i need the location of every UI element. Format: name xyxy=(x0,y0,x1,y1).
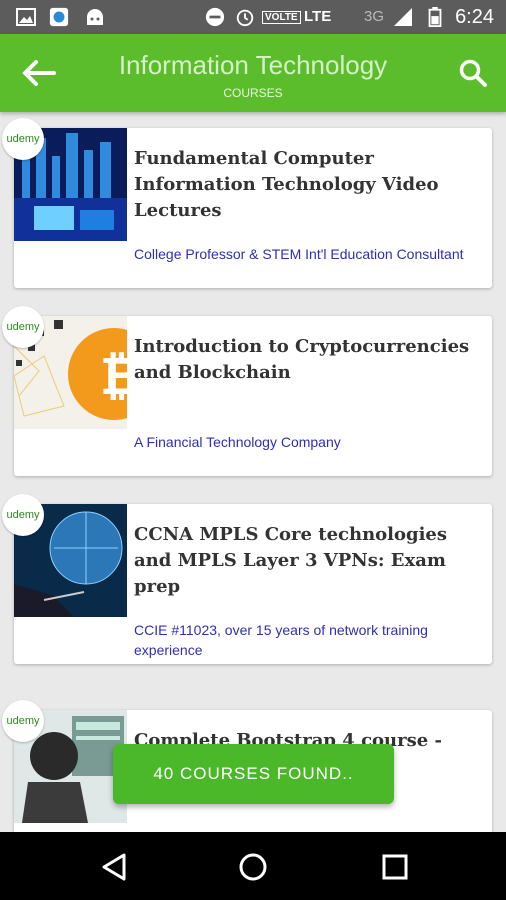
navigation-bar xyxy=(0,832,506,900)
page-title: Information Technology xyxy=(118,50,388,80)
udemy-badge: udemy xyxy=(2,118,44,160)
udemy-badge: udemy xyxy=(2,494,44,536)
network-label: 3G xyxy=(364,8,385,25)
signal-icon xyxy=(394,8,412,26)
back-triangle-icon[interactable] xyxy=(100,852,130,882)
status-time: 6:24 xyxy=(455,6,494,28)
image-icon xyxy=(16,8,36,26)
courses-found-button[interactable]: 40 COURSES FOUND.. xyxy=(113,744,394,804)
android-icon xyxy=(87,9,103,25)
course-card[interactable]: udemy Fundamental Computer Information T… xyxy=(2,118,492,288)
udemy-badge: udemy xyxy=(2,306,44,348)
course-author: CCIE #11023, over 15 years of network tr… xyxy=(134,622,428,658)
dnd-icon xyxy=(205,7,225,27)
recents-square-icon[interactable] xyxy=(380,852,410,882)
app-bar: Information Technology COURSES xyxy=(0,34,506,112)
course-list[interactable]: udemy Fundamental Computer Information T… xyxy=(0,112,506,832)
status-bar: VOLTE LTE 3G 6:24 xyxy=(0,0,506,34)
svg-text:₿: ₿ xyxy=(100,347,127,407)
app-icon xyxy=(49,7,69,27)
course-author: College Professor & STEM Int'l Education… xyxy=(134,246,464,262)
alarm-icon xyxy=(236,9,254,27)
course-title: CCNA MPLS Core technologies and MPLS Lay… xyxy=(134,524,448,597)
course-author: A Financial Technology Company xyxy=(134,434,341,450)
course-card[interactable]: udemy CCNA MPLS Core technologies and MP… xyxy=(2,494,492,664)
lte-label: LTE xyxy=(304,8,332,25)
battery-icon xyxy=(428,7,442,27)
course-card[interactable]: ₿ udemy Introduction to Cryptocurrencies… xyxy=(2,306,492,476)
udemy-badge: udemy xyxy=(2,700,44,742)
page-subtitle: COURSES xyxy=(223,86,283,100)
search-icon[interactable] xyxy=(458,58,488,88)
volte-icon: VOLTE xyxy=(262,11,301,24)
course-title: Introduction to Cryptocurrencies and Blo… xyxy=(134,336,470,383)
course-title: Fundamental Computer Information Technol… xyxy=(134,148,439,221)
home-circle-icon[interactable] xyxy=(238,852,268,882)
